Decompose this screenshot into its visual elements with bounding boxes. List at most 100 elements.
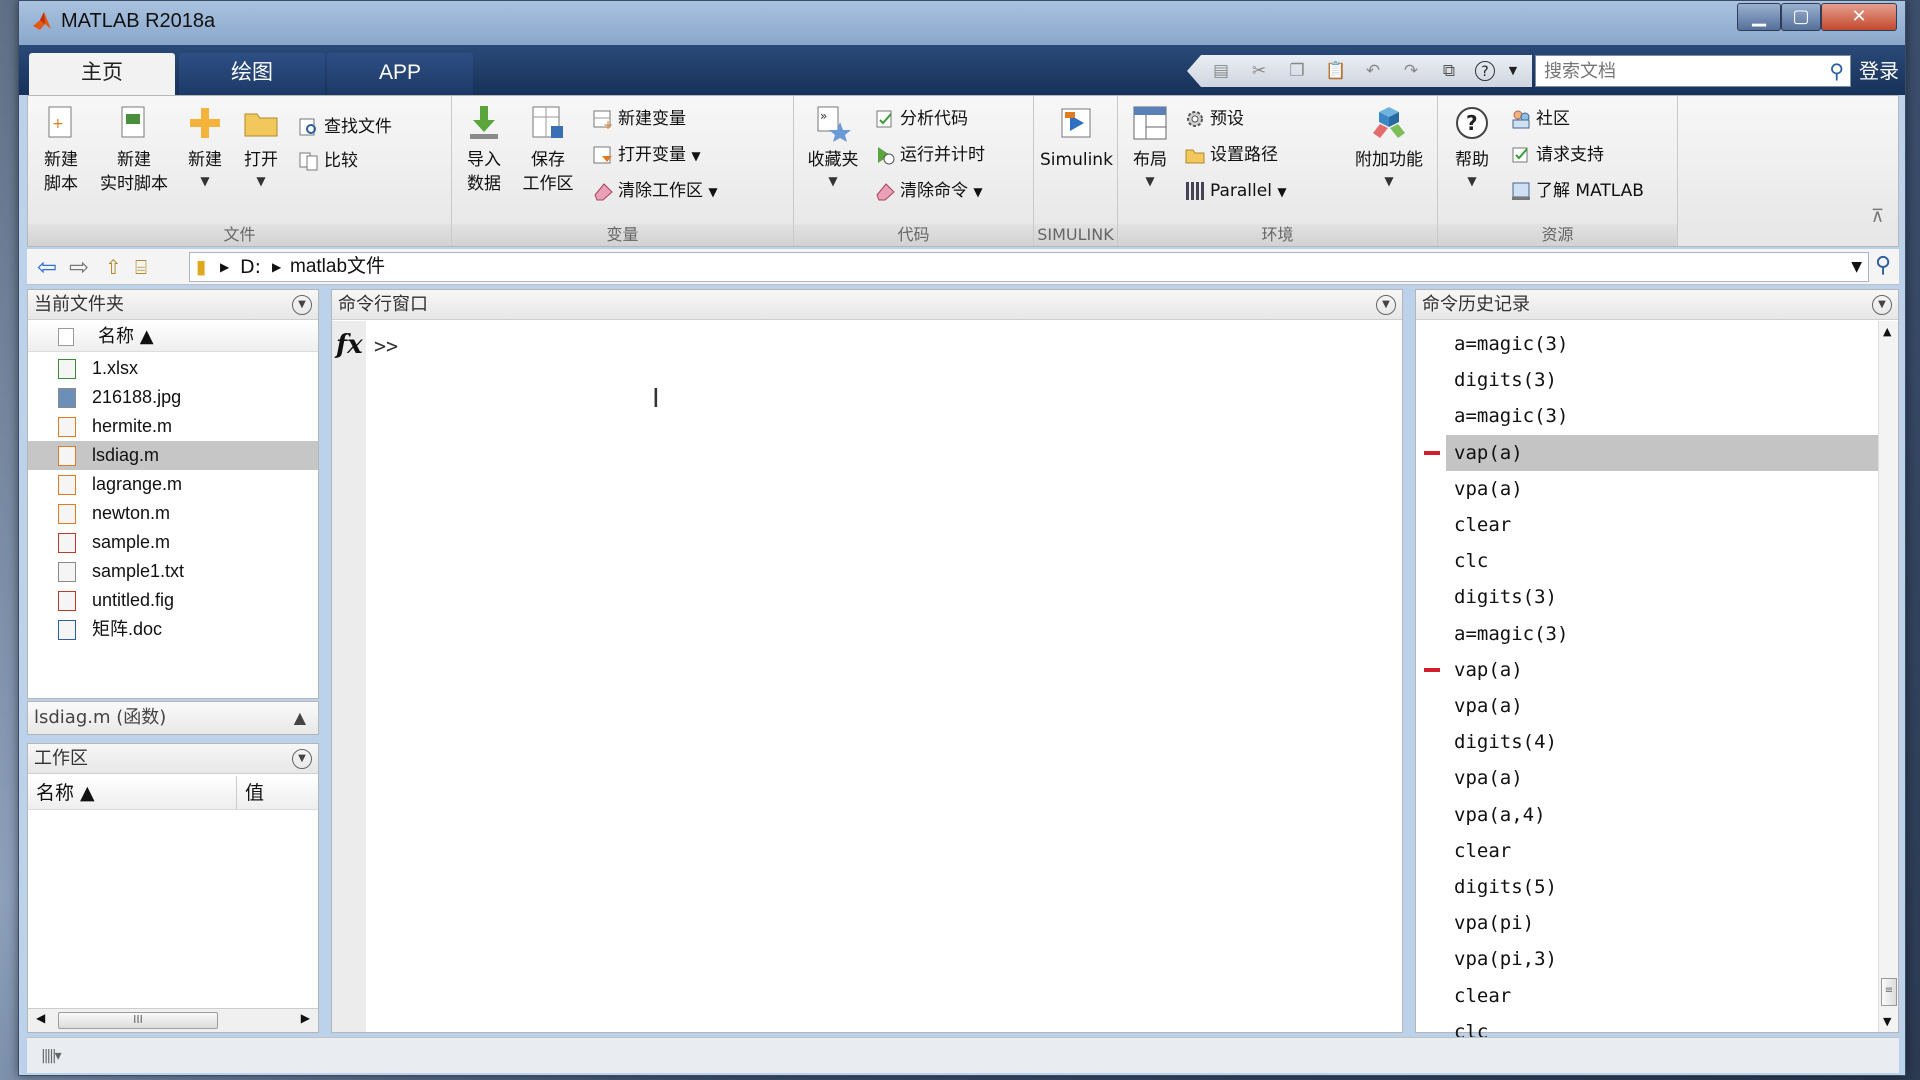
history-item[interactable]: digits(4) xyxy=(1446,724,1882,760)
preferences-button[interactable]: 预设 xyxy=(1184,106,1244,132)
help-icon[interactable]: ? xyxy=(1475,61,1495,81)
history-item[interactable]: clear xyxy=(1446,833,1882,869)
path-folder[interactable]: matlab文件 xyxy=(290,253,385,281)
clear-workspace-button[interactable]: 清除工作区 ▼ xyxy=(592,178,718,204)
history-item[interactable]: vap(a) xyxy=(1446,652,1882,688)
help-button[interactable]: ? 帮助 ▼ xyxy=(1444,104,1500,190)
browse-folder-icon[interactable]: ⌸ xyxy=(135,255,147,279)
save-workspace-button[interactable]: 保存 工作区 xyxy=(518,104,578,196)
chevron-down-icon[interactable]: ▼ xyxy=(1851,253,1862,281)
new-button[interactable]: 新建 ▼ xyxy=(178,104,232,190)
scroll-thumb[interactable]: ≡ xyxy=(1881,978,1897,1006)
file-row-lsdiag[interactable]: lsdiag.m xyxy=(28,441,318,470)
scroll-up-icon[interactable]: ▲ xyxy=(1883,325,1891,338)
command-window[interactable]: 命令行窗口 ▼ fx >> I xyxy=(331,289,1403,1033)
history-item[interactable]: a=magic(3) xyxy=(1446,616,1882,652)
history-item[interactable]: vpa(pi) xyxy=(1446,905,1882,941)
cut-icon[interactable]: ✂ xyxy=(1249,61,1269,81)
history-item[interactable]: vpa(a) xyxy=(1446,471,1882,507)
import-data-button[interactable]: 导入 数据 xyxy=(458,104,510,196)
history-item[interactable]: clc xyxy=(1446,543,1882,579)
chevron-right-icon[interactable]: ▶ xyxy=(220,253,229,281)
tab-home[interactable]: 主页 xyxy=(29,53,175,95)
analyze-code-button[interactable]: 分析代码 xyxy=(874,106,968,132)
file-row-sample[interactable]: sample.m xyxy=(28,528,318,557)
history-item[interactable]: digits(3) xyxy=(1446,362,1882,398)
name-column-header[interactable]: 名称 ▲ xyxy=(36,776,95,810)
vertical-scrollbar[interactable]: ▲ ≡ ▼ xyxy=(1878,321,1898,1032)
history-item[interactable]: clear xyxy=(1446,978,1882,1014)
undo-icon[interactable]: ↶ xyxy=(1363,61,1383,81)
up-folder-icon[interactable]: ⇧ xyxy=(105,255,122,279)
value-column-header[interactable]: 值 xyxy=(236,776,264,810)
file-row-untitled[interactable]: untitled.fig xyxy=(28,586,318,615)
history-item[interactable]: vpa(a,4) xyxy=(1446,797,1882,833)
scroll-right-icon[interactable]: ▶ xyxy=(301,1011,310,1025)
new-script-button[interactable]: + 新建 脚本 xyxy=(32,104,90,196)
status-bar-grip-icon[interactable]: |||||▾ xyxy=(41,1048,62,1064)
file-row-sample1[interactable]: sample1.txt xyxy=(28,557,318,586)
new-variable-button[interactable]: + 新建变量 xyxy=(592,106,686,132)
open-variable-button[interactable]: 打开变量 ▼ xyxy=(592,142,701,168)
history-item[interactable]: vap(a) xyxy=(1446,434,1882,471)
chevron-down-icon[interactable]: ▼ xyxy=(1503,61,1523,81)
panel-menu-icon[interactable]: ▼ xyxy=(1376,295,1396,315)
open-button[interactable]: 打开 ▼ xyxy=(234,104,288,190)
minimize-button[interactable]: ▁ xyxy=(1737,3,1781,31)
paste-icon[interactable]: 📋 xyxy=(1325,61,1346,81)
history-item[interactable]: digits(3) xyxy=(1446,579,1882,615)
history-item[interactable]: vpa(a) xyxy=(1446,688,1882,724)
search-icon[interactable]: ⚲ xyxy=(1829,59,1844,83)
save-icon[interactable]: ▤ xyxy=(1211,61,1231,81)
favorites-button[interactable]: » 收藏夹 ▼ xyxy=(800,104,866,190)
function-browser-icon[interactable]: fx xyxy=(336,330,363,360)
panel-menu-icon[interactable]: ▼ xyxy=(1872,295,1892,315)
file-row-doc[interactable]: 矩阵.doc xyxy=(28,615,318,644)
search-input[interactable] xyxy=(1536,56,1816,86)
scroll-thumb[interactable]: III xyxy=(58,1012,218,1029)
scroll-down-icon[interactable]: ▼ xyxy=(1883,1015,1891,1028)
collapse-toolstrip-icon[interactable]: ⊼ xyxy=(1871,206,1884,227)
request-support-button[interactable]: 请求支持 xyxy=(1510,142,1604,168)
history-item[interactable]: a=magic(3) xyxy=(1446,326,1882,362)
horizontal-scrollbar[interactable]: ◀ III ▶ xyxy=(28,1008,318,1032)
new-live-script-button[interactable]: 新建 实时脚本 xyxy=(94,104,174,196)
history-item[interactable]: vpa(pi,3) xyxy=(1446,941,1882,977)
run-and-time-button[interactable]: 运行并计时 xyxy=(874,142,985,168)
clear-commands-button[interactable]: 清除命令 ▼ xyxy=(874,178,983,204)
layout-button[interactable]: 布局 ▼ xyxy=(1122,104,1178,190)
file-row-xlsx[interactable]: 1.xlsx xyxy=(28,354,318,383)
close-button[interactable]: ✕ xyxy=(1821,3,1897,31)
file-details-bar[interactable]: lsdiag.m (函数) ▲ xyxy=(27,701,319,735)
redo-icon[interactable]: ↷ xyxy=(1401,61,1421,81)
switch-windows-icon[interactable]: ⧉ xyxy=(1439,61,1459,81)
learn-matlab-button[interactable]: 了解 MATLAB xyxy=(1510,178,1644,204)
find-files-button[interactable]: 查找文件 xyxy=(298,114,392,140)
back-arrow-icon[interactable]: ⇦ xyxy=(37,253,57,281)
add-ons-button[interactable]: 附加功能 ▼ xyxy=(1344,104,1434,190)
chevron-up-icon[interactable]: ▲ xyxy=(294,702,306,734)
forward-arrow-icon[interactable]: ⇨ xyxy=(69,253,89,281)
login-button[interactable]: 登录 xyxy=(1851,55,1907,87)
history-item[interactable]: vpa(a) xyxy=(1446,760,1882,796)
history-item[interactable]: digits(5) xyxy=(1446,869,1882,905)
path-field[interactable]: ▮ ▶ D: ▶ matlab文件 ▼ xyxy=(189,252,1869,282)
tab-plots[interactable]: 绘图 xyxy=(179,53,325,95)
compare-button[interactable]: 比较 xyxy=(298,148,358,174)
file-row-hermite[interactable]: hermite.m xyxy=(28,412,318,441)
set-path-button[interactable]: 设置路径 xyxy=(1184,142,1278,168)
maximize-button[interactable]: ▢ xyxy=(1781,3,1821,31)
file-row-jpg[interactable]: 216188.jpg xyxy=(28,383,318,412)
tab-apps[interactable]: APP xyxy=(327,53,473,95)
community-button[interactable]: 社区 xyxy=(1510,106,1570,132)
panel-menu-icon[interactable]: ▼ xyxy=(292,295,312,315)
copy-icon[interactable]: ❐ xyxy=(1287,61,1307,81)
history-item[interactable]: a=magic(3) xyxy=(1446,398,1882,434)
file-column-header[interactable]: 名称 ▲ xyxy=(28,322,318,352)
file-row-lagrange[interactable]: lagrange.m xyxy=(28,470,318,499)
panel-menu-icon[interactable]: ▼ xyxy=(292,749,312,769)
file-row-newton[interactable]: newton.m xyxy=(28,499,318,528)
parallel-button[interactable]: Parallel ▼ xyxy=(1184,178,1287,204)
search-icon[interactable]: ⚲ xyxy=(1875,253,1891,278)
path-drive[interactable]: D: xyxy=(240,253,261,281)
